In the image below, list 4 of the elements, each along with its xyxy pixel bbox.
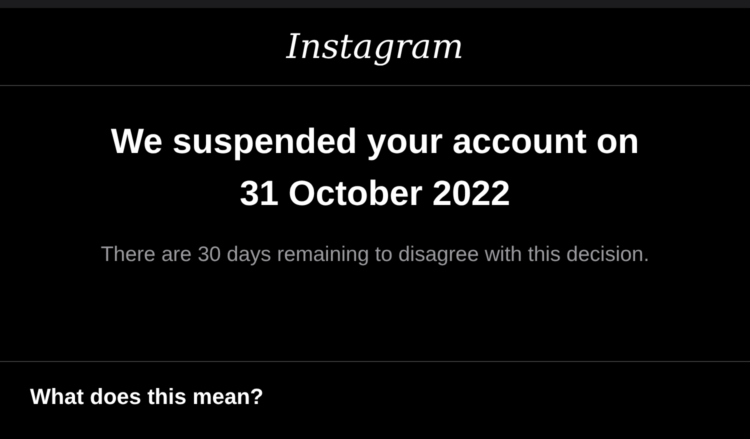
logo-wordmark: Instagram bbox=[286, 30, 464, 64]
suspension-message: There are 30 days remaining to disagree with this decision. bbox=[100, 242, 650, 268]
suspension-title: We suspended your account on 31 October 2022 bbox=[110, 121, 640, 215]
section-heading: What does this mean? bbox=[30, 383, 264, 411]
